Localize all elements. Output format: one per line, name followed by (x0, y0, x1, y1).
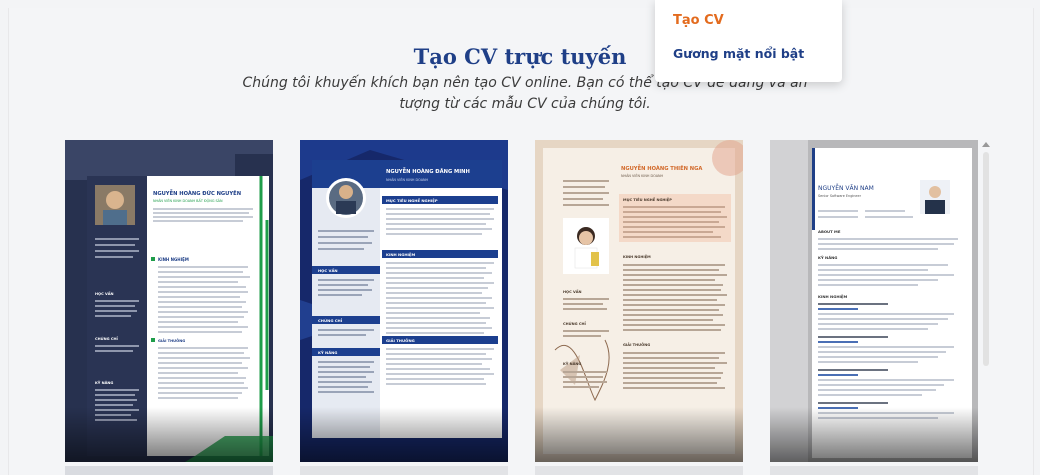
card-footer-3 (535, 466, 743, 475)
cv3-heading-3: HỌC VẤN (563, 289, 582, 294)
scroll-track[interactable] (983, 152, 989, 366)
scroll-up-icon[interactable] (982, 142, 990, 147)
cv2-heading-6: GIẢI THƯỞNG (386, 338, 415, 343)
cv1-heading-4: KỸ NĂNG (95, 380, 113, 385)
cv3-heading-6: GIẢI THƯỞNG (623, 342, 650, 347)
cv4-heading-3: KINH NGHIỆM (818, 294, 848, 299)
cv2-role: NHÂN VIÊN KINH DOANH (386, 177, 429, 182)
cv3-heading-5: KỸ NĂNG (563, 361, 581, 366)
cv-template-card-3[interactable]: HỌC VẤN CHỨNG CHỈ NGUYỄN HOÀNG THIÊN NGA… (535, 140, 743, 462)
menu-item-create-cv[interactable]: Tạo CV (673, 13, 724, 28)
card-footer-2 (300, 466, 508, 475)
cv2-heading-5: KỸ NĂNG (318, 350, 337, 355)
cv2-name: NGUYỄN HOÀNG ĐĂNG MINH (386, 167, 470, 175)
cv1-role: NHÂN VIÊN KINH DOANH BẤT ĐỘNG SẢN (153, 198, 223, 203)
cv1-heading-5: GIẢI THƯỞNG (158, 338, 185, 343)
cv3-name: NGUYỄN HOÀNG THIÊN NGA (621, 164, 702, 172)
cv1-heading-3: CHỨNG CHỈ (95, 336, 119, 341)
cv4-role: Senior Software Engineer (818, 194, 862, 198)
cv-template-card-4[interactable]: NGUYỄN VĂN NAM Senior Software Engineer … (770, 140, 978, 462)
nav-dropdown-menu: Tạo CV Gương mặt nổi bật (655, 0, 842, 82)
cv4-name: NGUYỄN VĂN NAM (818, 184, 874, 192)
cv1-heading-1: KINH NGHIỆM (158, 257, 189, 262)
cv3-role: NHÂN VIÊN KINH DOANH (621, 173, 664, 178)
menu-item-featured-faces[interactable]: Gương mặt nổi bật (673, 46, 804, 61)
cv3-heading-2: KINH NGHIỆM (623, 254, 651, 259)
scrollbar[interactable] (981, 140, 991, 370)
card-footer-4 (770, 466, 978, 475)
section-title: Tạo CV trực tuyến (413, 44, 627, 69)
cv1-name: NGUYỄN HOÀNG ĐỨC NGUYÊN (153, 189, 241, 197)
cv1-heading-2: HỌC VẤN (95, 291, 114, 296)
cv4-heading-1: ABOUT ME (818, 229, 841, 234)
cv3-heading-1: MỤC TIÊU NGHỀ NGHIỆP (623, 197, 672, 202)
cv-template-card-2[interactable]: NGUYỄN HOÀNG ĐĂNG MINH NHÂN VIÊN KINH DO… (300, 140, 508, 462)
cv-template-card-1[interactable]: NGUYỄN HOÀNG ĐỨC NGUYÊN NHÂN VIÊN KINH D… (65, 140, 273, 462)
cv2-heading-2: KINH NGHIỆM (386, 252, 416, 257)
cv2-heading-4: CHỨNG CHỈ (318, 318, 343, 323)
cv2-heading-1: MỤC TIÊU NGHỀ NGHIỆP (386, 198, 438, 203)
card-footer-1 (65, 466, 273, 475)
cv3-heading-4: CHỨNG CHỈ (563, 321, 587, 326)
cv2-heading-3: HỌC VẤN (318, 268, 338, 273)
cv4-heading-2: KỸ NĂNG (818, 255, 837, 260)
